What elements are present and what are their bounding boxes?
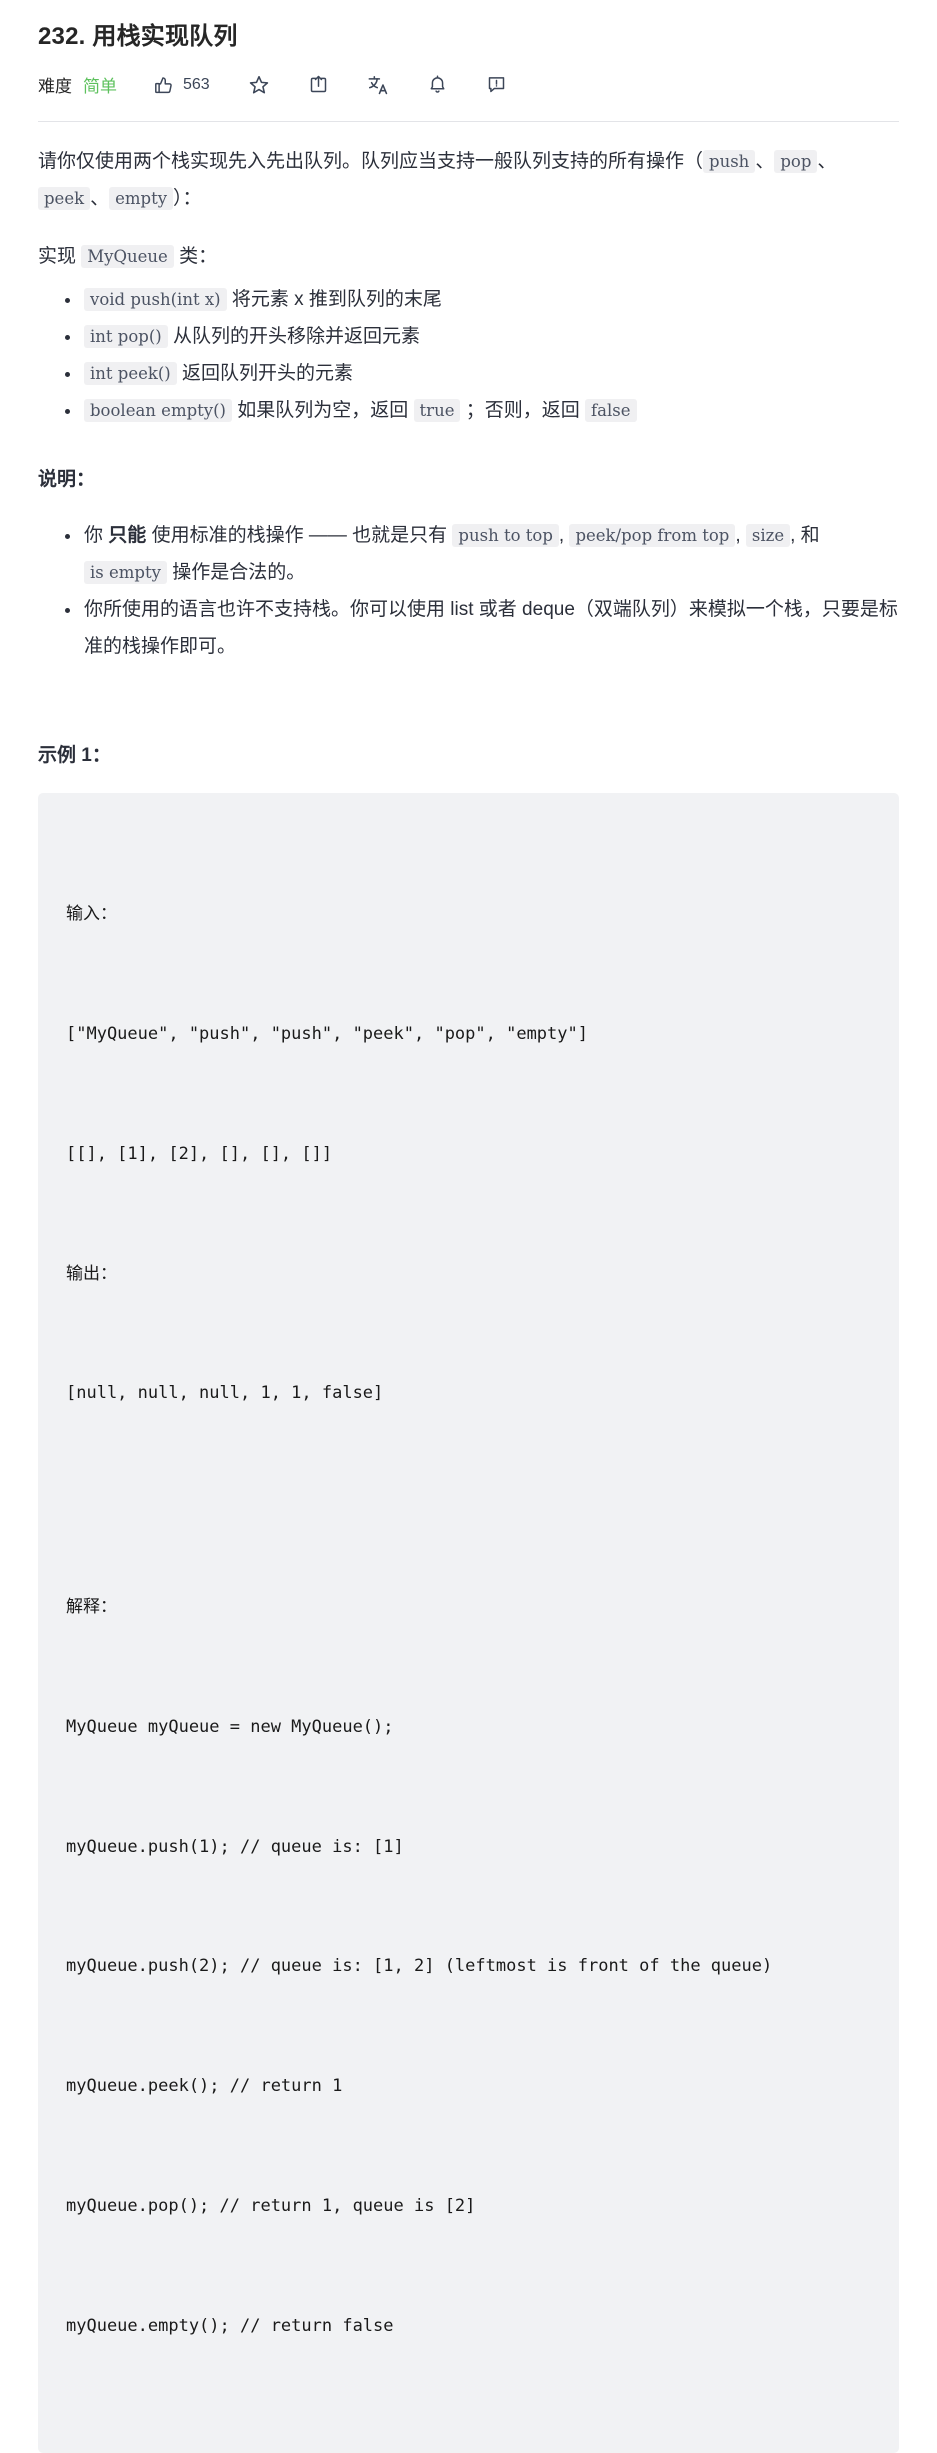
inline-code-empty: empty (109, 186, 174, 210)
list-item: boolean empty() 如果队列为空，返回 true ；否则，返回 fa… (65, 392, 899, 429)
code-line: 输入： (66, 904, 117, 925)
note-text-b: 使用标准的栈操作 —— 也就是只有 (146, 524, 453, 546)
difficulty-label: 难度 (38, 77, 72, 97)
code-line: 解释： (66, 1597, 117, 1618)
inline-code-peek-pop-from-top: peek/pop from top (569, 523, 736, 547)
notes-heading: 说明： (38, 468, 96, 490)
code-line: myQueue.pop(); // return 1, queue is [2] (66, 2196, 476, 2217)
list-item: 你 只能 使用标准的栈操作 —— 也就是只有 push to top, peek… (65, 517, 899, 591)
problem-page: 232. 用栈实现队列 难度 简单 563 请你仅使用两个栈实现先入先出队列。队… (0, 0, 937, 2453)
intro-text-b: ）： (173, 187, 202, 209)
problem-meta-row: 难度 简单 563 (38, 68, 899, 102)
inline-code-size: size (745, 523, 791, 547)
translate-icon (367, 74, 389, 96)
bell-icon (427, 74, 448, 95)
method-desc-a: 如果队列为空，返回 (231, 399, 414, 421)
intro-text-a: 请你仅使用两个栈实现先入先出队列。队列应当支持一般队列支持的所有操作（ (38, 150, 704, 172)
translate-button[interactable] (367, 74, 389, 96)
code-line: [null, null, null, 1, 1, false] (66, 1383, 384, 1404)
code-line: myQueue.empty(); // return false (66, 2315, 394, 2336)
code-line: myQueue.peek(); // return 1 (66, 2076, 343, 2097)
list-item: int pop() 从队列的开头移除并返回元素 (65, 318, 899, 355)
share-button[interactable] (308, 74, 329, 95)
intro-sep-1: 、 (755, 150, 775, 172)
problem-content: 请你仅使用两个栈实现先入先出队列。队列应当支持一般队列支持的所有操作（ push、… (38, 143, 899, 2453)
inline-code-peek: peek (38, 186, 91, 210)
intro-sep-2: 、 (817, 150, 837, 172)
inline-code-pop: pop (774, 149, 818, 173)
favorite-button[interactable] (248, 74, 270, 96)
list-item: void push(int x) 将元素 x 推到队列的末尾 (65, 281, 899, 318)
method-list: void push(int x) 将元素 x 推到队列的末尾 int pop()… (38, 281, 899, 429)
list-item: 你所使用的语言也许不支持栈。你可以使用 list 或者 deque（双端队列）来… (65, 591, 899, 665)
inline-code-true: true (413, 398, 461, 422)
feedback-icon (486, 74, 507, 95)
code-line: [[], [1], [2], [], [], []] (66, 1143, 333, 1164)
share-icon (308, 74, 329, 95)
method-desc-b: ；否则，返回 (460, 399, 586, 421)
implement-paragraph: 实现 MyQueue 类： (38, 238, 899, 275)
intro-paragraph: 请你仅使用两个栈实现先入先出队列。队列应当支持一般队列支持的所有操作（ push、… (38, 143, 899, 217)
example-heading: 示例 1： (38, 745, 111, 767)
note-emphasis: 只能 (108, 524, 147, 546)
inline-code-int-pop: int pop() (84, 324, 168, 348)
list-item: int peek() 返回队列开头的元素 (65, 355, 899, 392)
note-sep-2: , (735, 524, 746, 546)
like-count: 563 (183, 75, 210, 93)
code-line: myQueue.push(2); // queue is: [1, 2] (le… (66, 1956, 773, 1977)
inline-code-is-empty: is empty (84, 561, 167, 585)
intro-sep-3: 、 (90, 187, 110, 209)
inline-code-push-to-top: push to top (452, 523, 559, 547)
note-sep-3: , 和 (790, 524, 820, 546)
inline-code-myqueue: MyQueue (81, 244, 174, 268)
method-desc: 将元素 x 推到队列的末尾 (226, 288, 442, 310)
star-icon (248, 74, 270, 96)
difficulty-value: 简单 (83, 77, 117, 97)
inline-code-push: push (703, 149, 756, 173)
header-divider (38, 120, 899, 122)
notes-list: 你 只能 使用标准的栈操作 —— 也就是只有 push to top, peek… (38, 517, 899, 665)
page-title: 232. 用栈实现队列 (38, 23, 238, 50)
note-text-c: 操作是合法的。 (166, 562, 306, 584)
like-button[interactable]: 563 (153, 74, 210, 95)
code-line: MyQueue myQueue = new MyQueue(); (66, 1716, 394, 1737)
note-sep-1: , (558, 524, 570, 546)
code-line: 输出： (66, 1263, 117, 1284)
inline-code-false: false (585, 398, 637, 422)
note-text-a: 你 (84, 524, 109, 546)
inline-code-int-peek: int peek() (84, 361, 177, 385)
feedback-button[interactable] (486, 74, 507, 95)
notification-button[interactable] (427, 74, 448, 95)
method-desc: 返回队列开头的元素 (176, 362, 354, 384)
implement-suffix: 类： (173, 245, 218, 267)
inline-code-void-push: void push(int x) (84, 287, 227, 311)
example-code-block: 输入： ["MyQueue", "push", "push", "peek", … (38, 793, 899, 2453)
code-line: ["MyQueue", "push", "push", "peek", "pop… (66, 1023, 588, 1044)
implement-prefix: 实现 (38, 245, 82, 267)
code-line: myQueue.push(1); // queue is: [1] (66, 1836, 404, 1857)
inline-code-boolean-empty: boolean empty() (84, 398, 232, 422)
thumbs-up-icon (153, 74, 174, 95)
method-desc: 从队列的开头移除并返回元素 (167, 325, 420, 347)
